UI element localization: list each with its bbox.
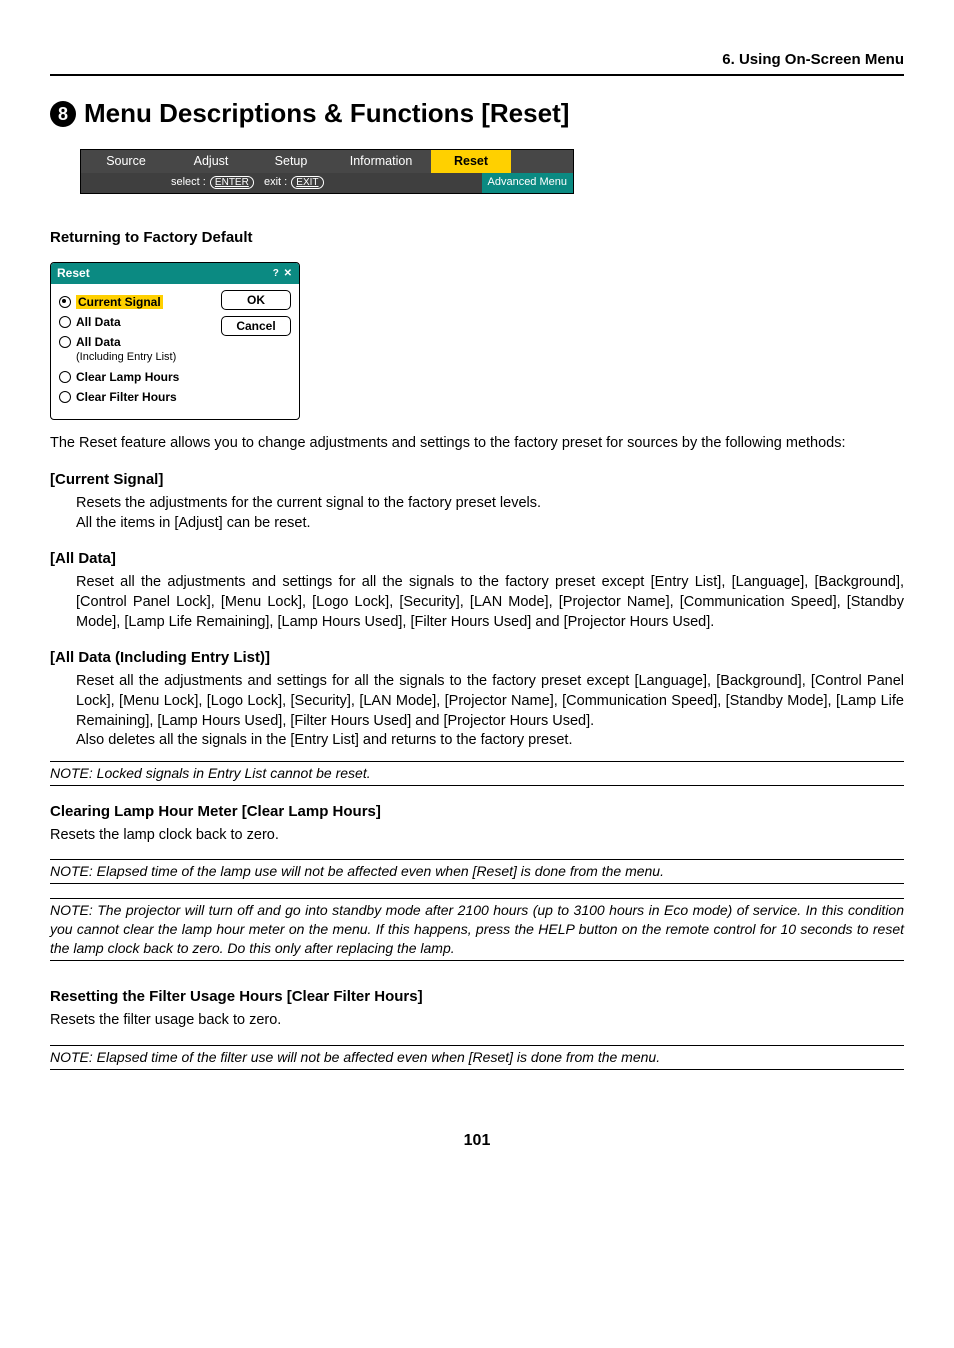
- subhead-all-data-entry-list: [All Data (Including Entry List)]: [50, 648, 904, 668]
- page-number: 101: [50, 1130, 904, 1152]
- current-signal-line2: All the items in [Adjust] can be reset.: [76, 514, 904, 534]
- chapter-header: 6. Using On-Screen Menu: [50, 50, 904, 76]
- menu-tab-adjust[interactable]: Adjust: [171, 150, 251, 173]
- hint-select-label: select :: [171, 176, 206, 188]
- main-title-text: Menu Descriptions & Functions [Reset]: [84, 96, 569, 131]
- subhead-all-data: [All Data]: [50, 549, 904, 569]
- clear-lamp-hours-body: Resets the lamp clock back to zero.: [50, 826, 904, 846]
- all-data-entry-list-line1: Reset all the adjustments and settings f…: [76, 672, 904, 731]
- subhead-current-signal: [Current Signal]: [50, 470, 904, 490]
- ok-button[interactable]: OK: [221, 290, 291, 310]
- section-number-badge: 8: [50, 101, 76, 127]
- option-label: All Data: [76, 335, 121, 349]
- option-sublabel: (Including Entry List): [76, 350, 176, 365]
- section-title-factory-default: Returning to Factory Default: [50, 228, 904, 248]
- subhead-clear-filter-hours: Resetting the Filter Usage Hours [Clear …: [50, 987, 904, 1007]
- advanced-menu-label: Advanced Menu: [482, 173, 574, 193]
- note-lamp-elapsed: NOTE: Elapsed time of the lamp use will …: [50, 859, 904, 884]
- option-label: Clear Filter Hours: [76, 389, 177, 405]
- reset-option-current-signal[interactable]: Current Signal: [59, 294, 215, 310]
- current-signal-line1: Resets the adjustments for the current s…: [76, 494, 904, 514]
- reset-dialog: Reset ? ✕ Current Signal All Data All Da…: [50, 262, 300, 420]
- menu-tab-source[interactable]: Source: [81, 150, 171, 173]
- main-title: 8 Menu Descriptions & Functions [Reset]: [50, 96, 904, 131]
- cancel-button[interactable]: Cancel: [221, 316, 291, 336]
- option-label: All Data: [76, 314, 121, 330]
- menu-tab-reset[interactable]: Reset: [431, 150, 511, 173]
- osd-menu-bar: Source Adjust Setup Information Reset se…: [80, 149, 574, 194]
- reset-dialog-title: Reset: [57, 265, 90, 281]
- reset-option-clear-filter-hours[interactable]: Clear Filter Hours: [59, 389, 215, 405]
- all-data-entry-list-line2: Also deletes all the signals in the [Ent…: [76, 731, 904, 751]
- radio-icon: [59, 336, 71, 348]
- radio-icon: [59, 391, 71, 403]
- radio-icon: [59, 371, 71, 383]
- clear-filter-hours-body: Resets the filter usage back to zero.: [50, 1011, 904, 1031]
- menu-tab-blank: [511, 150, 573, 173]
- option-label: Clear Lamp Hours: [76, 369, 179, 385]
- radio-icon: [59, 296, 71, 308]
- intro-paragraph: The Reset feature allows you to change a…: [50, 434, 904, 454]
- hint-enter-pill: ENTER: [210, 176, 254, 189]
- hint-exit-label: exit :: [264, 176, 287, 188]
- reset-option-clear-lamp-hours[interactable]: Clear Lamp Hours: [59, 369, 215, 385]
- reset-option-all-data[interactable]: All Data: [59, 314, 215, 330]
- option-label: Current Signal: [76, 295, 163, 309]
- subhead-clear-lamp-hours: Clearing Lamp Hour Meter [Clear Lamp Hou…: [50, 802, 904, 822]
- reset-option-all-data-including-entry-list[interactable]: All Data (Including Entry List): [59, 334, 215, 365]
- all-data-body: Reset all the adjustments and settings f…: [76, 573, 904, 632]
- radio-icon: [59, 316, 71, 328]
- reset-dialog-titlebar-icons[interactable]: ? ✕: [273, 267, 293, 281]
- note-filter-elapsed: NOTE: Elapsed time of the filter use wil…: [50, 1045, 904, 1070]
- menu-tab-information[interactable]: Information: [331, 150, 431, 173]
- menu-tab-setup[interactable]: Setup: [251, 150, 331, 173]
- note-lamp-standby: NOTE: The projector will turn off and go…: [50, 898, 904, 961]
- note-locked-signals: NOTE: Locked signals in Entry List canno…: [50, 761, 904, 786]
- menu-hint: select : ENTER exit : EXIT: [81, 173, 482, 193]
- hint-exit-pill: EXIT: [291, 176, 323, 189]
